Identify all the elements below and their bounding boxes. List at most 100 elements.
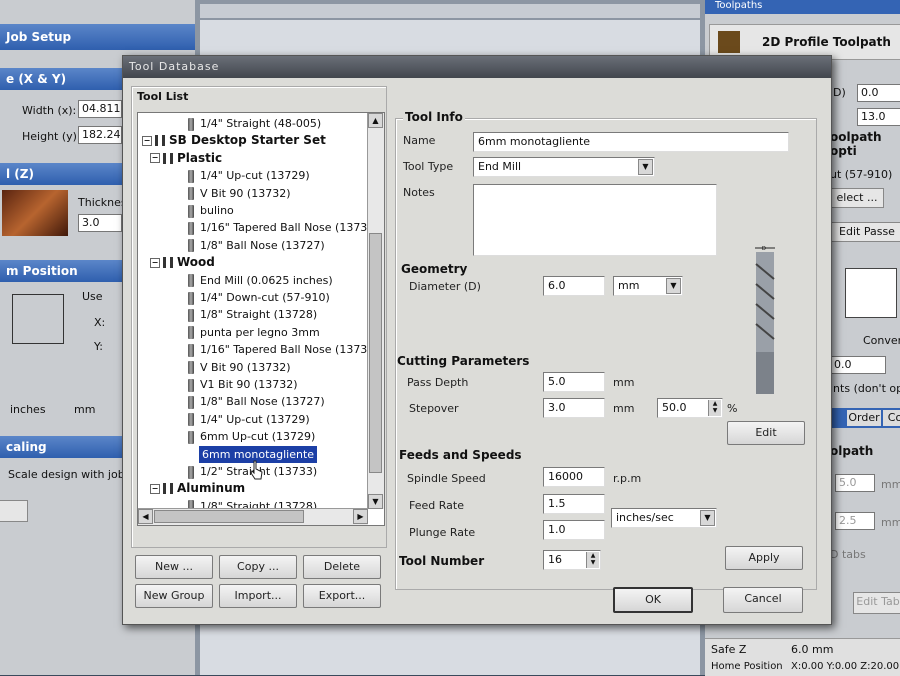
start-depth-input[interactable]: 0.0 — [857, 84, 900, 102]
conventional-radio[interactable]: Conver — [863, 334, 900, 347]
width-input[interactable]: 04.811 — [78, 100, 122, 118]
tree-group-item[interactable]: − Plastic — [150, 150, 222, 167]
inches-radio[interactable]: inches — [10, 403, 46, 416]
cancel-button[interactable]: Cancel — [723, 587, 803, 613]
tree-group-item[interactable]: − SB Desktop Starter Set — [142, 132, 326, 149]
apply-button[interactable]: Apply — [725, 546, 803, 570]
tree-tool-item[interactable]: V1 Bit 90 (13732) — [188, 376, 298, 393]
tree-tool-item[interactable]: 1/4" Down-cut (57-910) — [188, 289, 330, 306]
mm-radio[interactable]: mm — [74, 403, 95, 416]
height-input[interactable]: 182.24 — [78, 126, 122, 144]
points-checkbox[interactable]: ints (don't opti — [830, 382, 900, 395]
ok-button[interactable]: OK — [613, 587, 693, 613]
tree-hscrollbar[interactable]: ◀ ▶ — [138, 508, 368, 525]
spindle-speed-input[interactable]: 16000 — [543, 467, 605, 487]
pass-depth-input[interactable]: 5.0 — [543, 372, 605, 392]
select-button[interactable]: elect ... — [830, 188, 884, 208]
export-button[interactable]: Export... — [303, 584, 381, 608]
tool-group-icon — [163, 483, 173, 495]
tree-vscrollbar[interactable]: ▲ ▼ — [367, 113, 384, 509]
tree-item-label: SB Desktop Starter Set — [169, 133, 326, 148]
tool-bit-icon — [188, 308, 194, 322]
tree-tool-item[interactable]: 1/16" Tapered Ball Nose (1373 — [188, 219, 367, 236]
tree-item-label: V Bit 90 (13732) — [200, 186, 291, 200]
collapse-icon[interactable]: − — [142, 135, 152, 146]
tab-thickness-input[interactable]: 2.5 — [835, 512, 875, 530]
tree-item-label: 1/4" Down-cut (57-910) — [200, 291, 330, 304]
pass-depth-label: Pass Depth — [407, 376, 469, 389]
tool-type-select[interactable]: End Mill ▼ — [473, 157, 655, 177]
tree-item-label: End Mill (0.0625 inches) — [200, 273, 333, 287]
name-input[interactable]: 6mm monotagliente — [473, 132, 789, 152]
spinner-arrows-icon[interactable]: ▲ ▼ — [708, 400, 721, 416]
dialog-titlebar[interactable]: Tool Database — [123, 56, 831, 78]
import-button[interactable]: Import... — [219, 584, 297, 608]
tree-item-label: punta per legno 3mm — [200, 325, 320, 339]
tree-tool-item[interactable]: bulino — [188, 202, 234, 219]
copy-button[interactable]: Copy ... — [219, 555, 297, 579]
tree-tool-item[interactable]: 1/4" Up-cut (13729) — [188, 167, 310, 184]
feed-rate-input[interactable]: 1.5 — [543, 494, 605, 514]
tree-tool-item[interactable]: V Bit 90 (13732) — [188, 185, 291, 202]
edit-passes-button[interactable]: Edit Passe — [830, 222, 900, 242]
new-group-button[interactable]: New Group — [135, 584, 213, 608]
delete-button[interactable]: Delete — [303, 555, 381, 579]
hscroll-thumb[interactable] — [154, 510, 304, 523]
scroll-left-icon[interactable]: ◀ — [138, 509, 153, 524]
stepover-percent-spinner[interactable]: 50.0 ▲ ▼ — [657, 398, 723, 418]
chevron-down-icon[interactable]: ▼ — [700, 510, 715, 526]
collapse-icon[interactable]: − — [150, 153, 160, 164]
tree-tool-item[interactable]: punta per legno 3mm — [188, 324, 320, 341]
profile-preview — [845, 268, 897, 318]
new-button[interactable]: New ... — [135, 555, 213, 579]
scroll-down-icon[interactable]: ▼ — [368, 494, 383, 509]
diameter-input[interactable]: 6.0 — [543, 276, 605, 296]
tree-tool-item[interactable]: 1/16" Tapered Ball Nose (1373 — [188, 341, 367, 358]
width-label: Width (x): — [22, 104, 77, 117]
tree-tool-item[interactable]: 1/4" Straight (48-005) — [188, 115, 321, 132]
allowance-input[interactable]: 0.0 — [830, 356, 886, 374]
tool-list-label: Tool List — [137, 90, 189, 103]
bg-button[interactable] — [0, 500, 28, 522]
spinner-arrows-icon[interactable]: ▲ ▼ — [586, 552, 599, 568]
collapse-icon[interactable]: − — [150, 257, 160, 268]
plunge-rate-input[interactable]: 1.0 — [543, 520, 605, 540]
tree-tool-item[interactable]: End Mill (0.0625 inches) — [188, 272, 333, 289]
tool-type-value: End Mill — [478, 160, 522, 173]
tree-tool-item[interactable]: 1/8" Straight (13728) — [188, 306, 317, 323]
order-tab[interactable]: Order — [847, 410, 881, 426]
tree-tool-item[interactable]: 1/8" Ball Nose (13727) — [188, 237, 325, 254]
stepover-input[interactable]: 3.0 — [543, 398, 605, 418]
scroll-thumb[interactable] — [369, 233, 382, 473]
tree-tool-item[interactable]: V Bit 90 (13732) — [188, 359, 291, 376]
notes-textarea[interactable] — [473, 184, 717, 256]
cut-depth-input[interactable]: 13.0 — [857, 108, 900, 126]
tool-number-spinner[interactable]: 16 ▲ ▼ — [543, 550, 601, 570]
chevron-down-icon[interactable]: ▼ — [666, 278, 681, 294]
scroll-up-icon[interactable]: ▲ — [368, 113, 383, 128]
tree-tool-item[interactable]: 6mm Up-cut (13729) — [188, 428, 315, 445]
home-label: Home Position — [711, 661, 783, 672]
tabs-label: D tabs — [830, 548, 866, 561]
collapse-icon[interactable]: − — [150, 483, 160, 494]
chevron-down-icon[interactable]: ▼ — [638, 159, 653, 175]
use-label: Use — [82, 290, 103, 303]
tree-group-item[interactable]: − Aluminum — [150, 480, 245, 497]
thickness-input[interactable]: 3.0 — [78, 214, 122, 232]
end-mill-drawing-icon: D — [755, 246, 775, 394]
tool-database-dialog: Tool Database Tool List 1/4" Straight (4… — [122, 55, 832, 625]
tree-group-item[interactable]: − Wood — [150, 254, 215, 271]
edit-tabs-button[interactable]: Edit Tab — [853, 592, 900, 614]
y-label: Y: — [94, 340, 103, 353]
edit-button[interactable]: Edit — [727, 421, 805, 445]
tab-length-input[interactable]: 5.0 — [835, 474, 875, 492]
scale-design-checkbox[interactable]: Scale design with job — [8, 468, 125, 481]
scroll-right-icon[interactable]: ▶ — [353, 509, 368, 524]
diameter-unit-select[interactable]: mm ▼ — [613, 276, 683, 296]
rate-unit-select[interactable]: inches/sec ▼ — [611, 508, 717, 528]
tool-bit-icon — [188, 204, 194, 218]
tree-tool-item[interactable]: 1/4" Up-cut (13729) — [188, 411, 310, 428]
position-grid[interactable] — [12, 294, 64, 344]
tree-tool-item[interactable]: 1/8" Ball Nose (13727) — [188, 393, 325, 410]
col-tab[interactable]: Co — [883, 410, 900, 426]
